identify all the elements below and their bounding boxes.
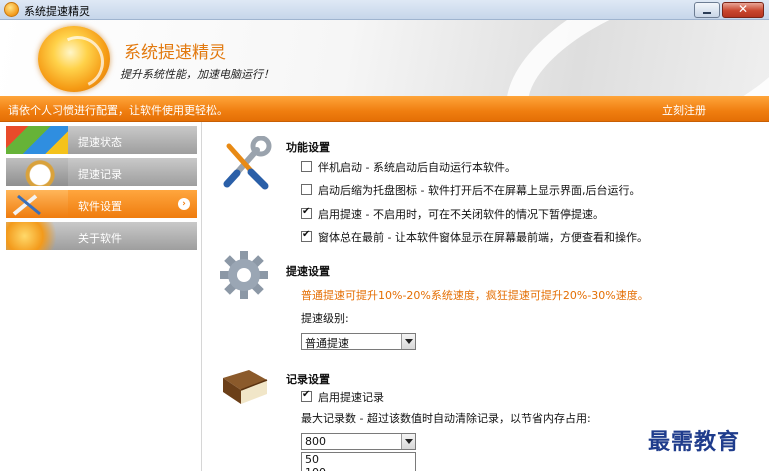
always-on-top-option[interactable]: 窗体总在最前 - 让本软件窗体显示在屏幕最前端，方便查看和操作。 <box>301 229 648 244</box>
sidebar-item-label: 提速记录 <box>78 168 122 181</box>
always-on-top-checkbox[interactable] <box>301 229 312 242</box>
tools-icon <box>6 190 68 218</box>
max-records-select[interactable]: 800 <box>301 433 416 450</box>
close-button[interactable] <box>722 2 764 18</box>
chevron-right-icon: › <box>178 198 190 210</box>
tray-label: 启动后缩为托盘图标 - 软件打开后不在屏幕上显示界面,后台运行。 <box>318 184 641 197</box>
enable-speedup-option[interactable]: 启用提速 - 不启用时，可在不关闭软件的情况下暂停提速。 <box>301 206 604 221</box>
enable-record-checkbox[interactable] <box>301 389 312 402</box>
always-on-top-label: 窗体总在最前 - 让本软件窗体显示在屏幕最前端，方便查看和操作。 <box>318 231 648 244</box>
tray-option[interactable]: 启动后缩为托盘图标 - 软件打开后不在屏幕上显示界面,后台运行。 <box>301 182 641 197</box>
ball-icon <box>6 158 68 186</box>
register-link[interactable]: 立刻注册 <box>662 102 706 118</box>
tray-checkbox[interactable] <box>301 184 312 195</box>
enable-record-label: 启用提速记录 <box>318 391 384 404</box>
record-settings-title: 记录设置 <box>286 373 330 386</box>
sidebar-item-status[interactable]: 提速状态 <box>6 125 197 154</box>
autostart-checkbox[interactable] <box>301 161 312 172</box>
tools-icon <box>217 135 273 195</box>
banner-swoosh <box>479 20 769 96</box>
dropdown-option[interactable]: 100 <box>302 466 415 471</box>
sidebar-item-records[interactable]: 提速记录 <box>6 157 197 186</box>
speed-settings-title: 提速设置 <box>286 265 330 278</box>
settings-panel: 功能设置 伴机启动 - 系统启动后自动运行本软件。 启动后缩为托盘图标 - 软件… <box>203 122 769 471</box>
notice-message: 请依个人习惯进行配置，让软件使用更轻松。 <box>8 104 228 117</box>
title-bar: 系统提速精灵 <box>0 0 769 20</box>
header-banner: 系统提速精灵 提升系统性能，加速电脑运行！ <box>0 20 769 96</box>
function-settings-title: 功能设置 <box>286 141 330 154</box>
speed-note: 普通提速可提升10%-20%系统速度，疯狂提速可提升20%-30%速度。 <box>301 289 649 302</box>
app-icon <box>4 2 19 17</box>
minimize-button[interactable] <box>694 2 720 18</box>
chevron-down-icon[interactable] <box>401 334 415 349</box>
app-name: 系统提速精灵 <box>124 43 226 63</box>
sidebar-item-about[interactable]: 关于软件 <box>6 221 197 250</box>
watermark-text: 最需教育 <box>648 429 741 455</box>
sidebar-item-label: 软件设置 <box>78 200 122 213</box>
book-icon <box>219 368 271 409</box>
enable-speedup-label: 启用提速 - 不启用时，可在不关闭软件的情况下暂停提速。 <box>318 208 604 221</box>
sidebar: 提速状态 提速记录 软件设置 › 关于软件 <box>0 122 202 471</box>
dropdown-option[interactable]: 50 <box>302 453 415 466</box>
autostart-option[interactable]: 伴机启动 - 系统启动后自动运行本软件。 <box>301 159 516 174</box>
max-records-dropdown: 50 100 <box>301 452 416 471</box>
sidebar-item-label: 关于软件 <box>78 232 122 245</box>
app-slogan: 提升系统性能，加速电脑运行！ <box>120 68 274 81</box>
notice-bar: 请依个人习惯进行配置，让软件使用更轻松。 立刻注册 <box>0 96 769 122</box>
logo-icon <box>6 222 68 250</box>
speed-level-label: 提速级别: <box>301 312 349 325</box>
gear-icon <box>219 250 269 303</box>
sidebar-item-settings[interactable]: 软件设置 › <box>6 189 197 218</box>
app-logo <box>38 26 110 92</box>
enable-record-option[interactable]: 启用提速记录 <box>301 389 384 404</box>
sidebar-item-label: 提速状态 <box>78 136 122 149</box>
windows-logo-icon <box>6 126 68 154</box>
chevron-down-icon[interactable] <box>401 434 415 449</box>
speed-level-value: 普通提速 <box>305 337 349 350</box>
window-title: 系统提速精灵 <box>24 5 90 18</box>
max-records-value: 800 <box>305 435 326 448</box>
speed-level-select[interactable]: 普通提速 <box>301 333 416 350</box>
max-records-label: 最大记录数 - 超过该数值时自动清除记录，以节省内存占用: <box>301 412 591 425</box>
enable-speedup-checkbox[interactable] <box>301 206 312 219</box>
autostart-label: 伴机启动 - 系统启动后自动运行本软件。 <box>318 161 516 174</box>
